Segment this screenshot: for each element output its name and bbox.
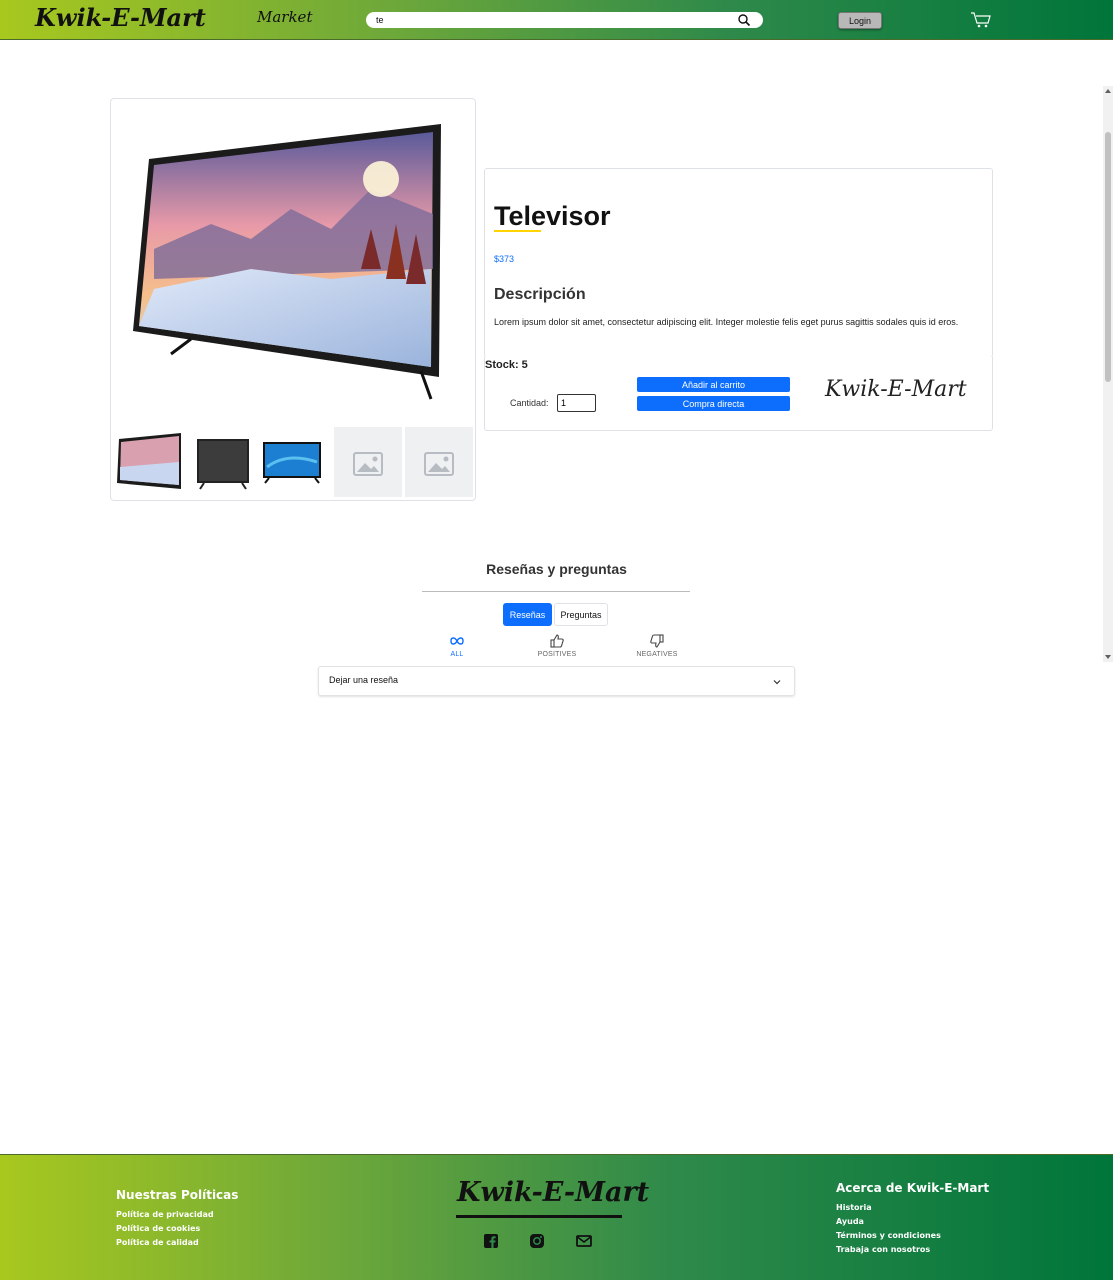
filter-negatives-label: NEGATIVES (636, 651, 678, 658)
thumbnail-3[interactable] (257, 427, 325, 497)
brand-logo[interactable]: Kwik-E-Mart (35, 3, 206, 32)
thumbnail-placeholder-2[interactable] (405, 427, 473, 497)
footer: Nuestras Políticas Política de privacida… (0, 1154, 1113, 1280)
policy-quality-link[interactable]: Política de calidad (116, 1238, 199, 1247)
search-icon[interactable] (737, 13, 751, 27)
policy-cookies-link[interactable]: Política de cookies (116, 1224, 200, 1233)
reviews-title: Reseñas y preguntas (486, 561, 627, 577)
scroll-up-arrow[interactable] (1105, 89, 1111, 93)
about-help-link[interactable]: Ayuda (836, 1217, 864, 1226)
reviews-divider (422, 591, 690, 592)
about-heading: Acerca de Kwik-E-Mart (836, 1181, 990, 1195)
policy-privacy-link[interactable]: Política de privacidad (116, 1210, 214, 1219)
login-button[interactable]: Login (838, 12, 882, 29)
infinity-icon (450, 637, 464, 645)
thumbs-up-icon (550, 634, 564, 648)
filter-all[interactable]: ALL (417, 634, 497, 658)
add-to-cart-button[interactable]: Añadir al carrito (637, 377, 790, 392)
seller-brand-logo: Kwik-E-Mart (825, 377, 967, 402)
thumbnail-strip (115, 427, 473, 499)
product-gallery (110, 98, 476, 501)
image-placeholder-icon (353, 452, 383, 476)
facebook-icon[interactable] (483, 1233, 499, 1249)
top-navbar: Kwik-E-Mart Market Login (0, 0, 1113, 40)
quantity-input[interactable] (557, 394, 596, 412)
search-input[interactable] (376, 13, 726, 27)
product-price: $373 (494, 254, 515, 264)
instagram-icon[interactable] (529, 1233, 545, 1249)
tab-reviews[interactable]: Reseñas (503, 603, 552, 626)
leave-review-accordion[interactable]: Dejar una reseña (318, 666, 795, 696)
search-bar (366, 12, 763, 28)
thumbnail-placeholder-1[interactable] (334, 427, 402, 497)
footer-brand-logo: Kwik-E-Mart (457, 1177, 650, 1208)
policies-heading: Nuestras Políticas (116, 1188, 239, 1202)
about-terms-link[interactable]: Términos y condiciones (836, 1231, 941, 1240)
tab-questions[interactable]: Preguntas (554, 603, 608, 626)
stock-label: Stock: 5 (485, 359, 528, 371)
market-link[interactable]: Market (257, 8, 312, 26)
product-description: Lorem ipsum dolor sit amet, consectetur … (494, 317, 959, 327)
quantity-label: Cantidad: (510, 398, 549, 408)
mail-icon[interactable] (576, 1233, 592, 1249)
cart-icon[interactable] (970, 11, 992, 29)
filter-all-label: ALL (450, 651, 464, 658)
title-underline (494, 230, 541, 232)
product-info-card: Televisor $373 Descripción Lorem ipsum d… (484, 168, 993, 358)
footer-brand-underline (456, 1215, 622, 1218)
thumbnail-2[interactable] (186, 427, 254, 497)
filter-positives-label: POSITIVES (537, 651, 577, 658)
scrollbar-thumb[interactable] (1105, 132, 1111, 382)
scroll-down-arrow[interactable] (1105, 655, 1111, 659)
leave-review-label: Dejar una reseña (329, 675, 399, 685)
product-title: Televisor (494, 201, 611, 231)
description-heading: Descripción (494, 286, 586, 303)
about-history-link[interactable]: Historia (836, 1203, 872, 1212)
filter-positives[interactable]: POSITIVES (517, 634, 597, 658)
chevron-down-icon[interactable] (772, 677, 782, 687)
thumbs-down-icon (650, 634, 664, 648)
filter-negatives[interactable]: NEGATIVES (617, 634, 697, 658)
image-placeholder-icon (424, 452, 454, 476)
purchase-box: Stock: 5 Cantidad: Añadir al carrito Com… (484, 357, 993, 431)
product-main-image (133, 124, 441, 400)
about-jobs-link[interactable]: Trabaja con nosotros (836, 1245, 930, 1254)
thumbnail-1[interactable] (115, 427, 183, 497)
buy-now-button[interactable]: Compra directa (637, 396, 790, 411)
